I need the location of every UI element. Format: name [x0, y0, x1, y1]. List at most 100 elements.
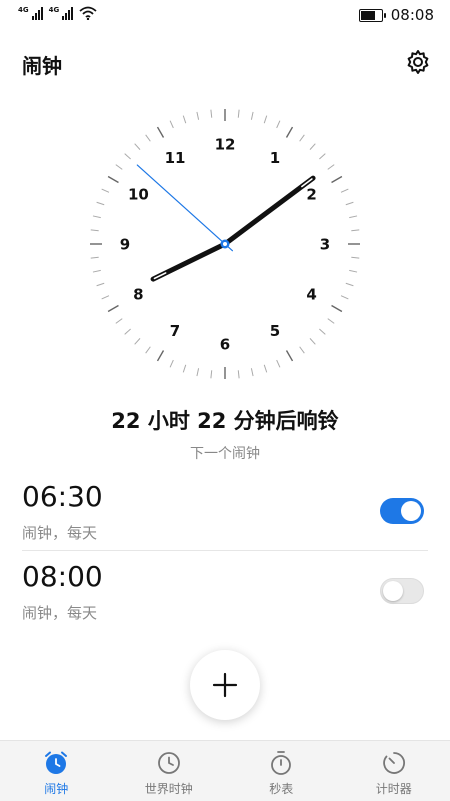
app-header: 闹钟 [0, 40, 450, 84]
next-alarm-countdown: 22 小时 22 分钟后响铃 [0, 405, 450, 435]
alarm-time: 06:30 [22, 480, 103, 513]
clock-tick [197, 112, 199, 120]
toggle-knob [383, 581, 403, 601]
clock-tick [135, 144, 140, 150]
clock-tick [108, 177, 118, 183]
clock-tick [116, 165, 122, 170]
clock-number: 2 [306, 186, 316, 204]
clock-number: 11 [165, 149, 186, 167]
clock-tick [238, 370, 239, 378]
page-title: 闹钟 [22, 50, 62, 79]
clock-tick [158, 127, 164, 137]
clock-number: 4 [306, 286, 316, 304]
clock-tick [93, 270, 101, 272]
clock-tick [125, 154, 131, 159]
tab-stopwatch[interactable]: 秒表 [225, 741, 338, 801]
clock-tick [197, 368, 199, 376]
status-bar: 4G 4G 08:08 [0, 0, 450, 30]
clock-tick [170, 360, 173, 367]
clock-tick [91, 257, 99, 258]
clock-tick [238, 110, 239, 118]
battery-level [361, 11, 375, 20]
alarm-time: 08:00 [22, 560, 103, 593]
clock-number: 3 [320, 236, 330, 254]
clock-tick [102, 189, 109, 192]
clock-tick [211, 110, 212, 118]
tab-label: 世界时钟 [145, 780, 193, 797]
clock-tick [125, 329, 131, 334]
clock-tick [328, 319, 334, 324]
clock-tick [183, 365, 185, 373]
tab-label: 闹钟 [44, 780, 68, 797]
status-time: 08:08 [391, 6, 434, 24]
clock-tick [264, 116, 266, 124]
alarm-description: 闹钟，每天 [22, 522, 97, 543]
alarm-item[interactable]: 06:30 闹钟，每天 [22, 480, 428, 558]
clock-tick [93, 216, 101, 218]
clock-tick [91, 230, 99, 231]
divider [22, 550, 428, 551]
clock-tick [102, 296, 109, 299]
clock-tick [319, 329, 325, 334]
clock-tick [97, 283, 105, 285]
clock-tick [251, 112, 253, 120]
clock-tick [116, 319, 122, 324]
clock-tick [300, 347, 305, 353]
clock-tick [341, 189, 348, 192]
bottom-navigation: 闹钟 世界时钟 秒表 计时器 [0, 740, 450, 801]
clock-tick [351, 257, 359, 258]
status-right: 08:08 [359, 6, 434, 24]
clock-tick [328, 165, 334, 170]
alarm-item[interactable]: 08:00 闹钟，每天 [22, 560, 428, 638]
clock-tick [183, 116, 185, 124]
alarm-clock-icon [43, 750, 69, 776]
settings-button[interactable] [400, 44, 436, 80]
clock-tick [319, 154, 325, 159]
clock-tick [287, 351, 293, 361]
plus-icon [212, 672, 238, 698]
clock-tick [211, 370, 212, 378]
clock-tick [310, 144, 315, 150]
clock-tick [351, 230, 359, 231]
clock-tick [332, 177, 342, 183]
clock-tick [146, 347, 151, 353]
toggle-knob [401, 501, 421, 521]
clock-tick [264, 365, 266, 373]
clock-number: 5 [270, 322, 280, 340]
alarm-toggle[interactable] [380, 498, 424, 524]
clock-number: 8 [133, 286, 143, 304]
clock-center-inner [223, 242, 227, 246]
clock-number: 10 [128, 186, 149, 204]
wifi-icon [79, 6, 97, 20]
clock-tick [158, 351, 164, 361]
clock-tick [346, 202, 354, 204]
battery-icon [359, 9, 383, 22]
clock-tick [332, 306, 342, 312]
alarm-description: 闹钟，每天 [22, 602, 97, 623]
clock-number: 9 [120, 236, 130, 254]
clock-tick [310, 338, 315, 344]
clock-tick [146, 135, 151, 141]
next-alarm-label: 下一个闹钟 [0, 443, 450, 463]
clock-tick [170, 121, 173, 128]
clock-tick [300, 135, 305, 141]
signal-strength-icon-1: 4G [18, 6, 43, 20]
clock-tick [349, 216, 357, 218]
network-type-label: 4G [49, 6, 60, 14]
clock-number: 1 [270, 149, 280, 167]
alarm-toggle[interactable] [380, 578, 424, 604]
analog-clock: 121234567891011 [90, 109, 360, 379]
clock-icon [156, 750, 182, 776]
clock-tick [277, 360, 280, 367]
tab-timer[interactable]: 计时器 [338, 741, 450, 801]
tab-alarm[interactable]: 闹钟 [0, 741, 113, 801]
clock-tick [346, 283, 354, 285]
clock-tick [349, 270, 357, 272]
stopwatch-icon [268, 750, 294, 776]
add-alarm-button[interactable] [190, 650, 260, 720]
gear-icon [404, 48, 432, 76]
tab-label: 秒表 [269, 780, 293, 797]
signal-group: 4G 4G [18, 6, 97, 20]
clock-number: 6 [220, 336, 230, 354]
tab-world-clock[interactable]: 世界时钟 [113, 741, 226, 801]
